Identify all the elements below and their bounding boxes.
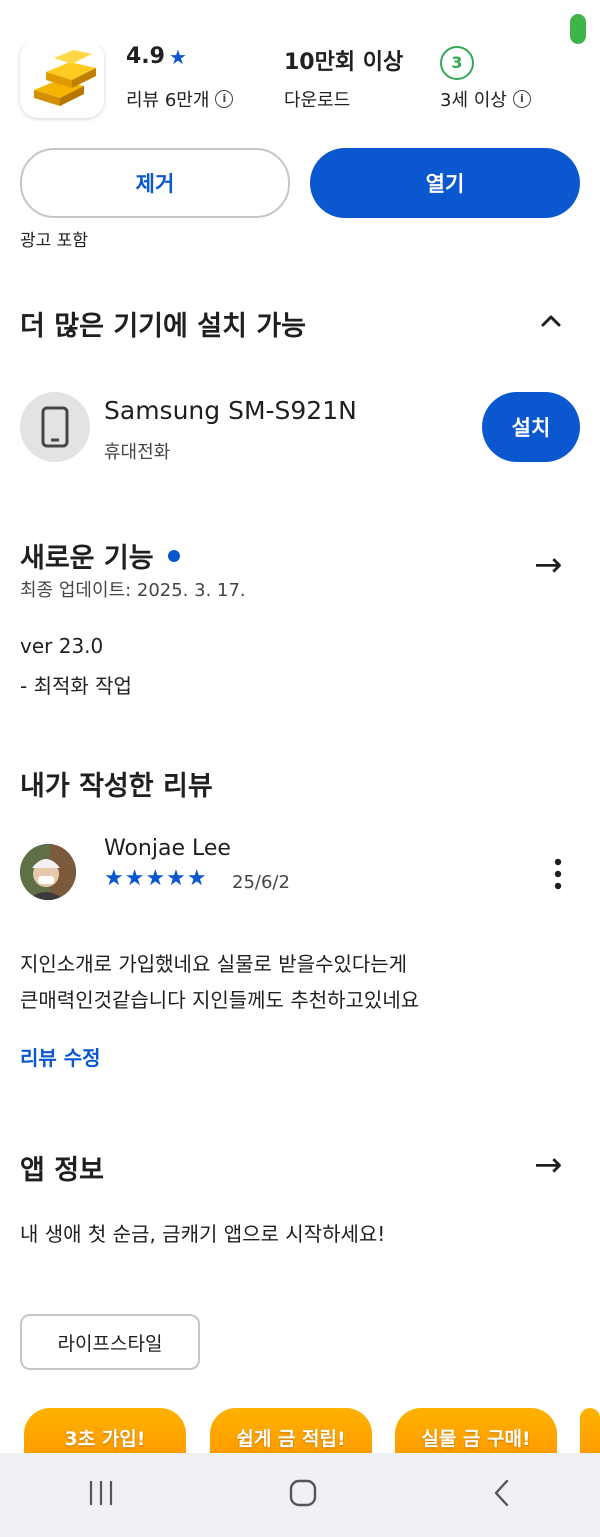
- chevron-up-icon: [541, 315, 561, 327]
- age-label: 3세 이상: [440, 90, 507, 111]
- review-stars: ★★★★★: [104, 866, 208, 891]
- phone-icon: [41, 406, 69, 448]
- devices-section-title: 더 많은 기기에 설치 가능: [20, 311, 306, 342]
- system-nav-bar: [0, 1453, 600, 1537]
- whats-new-header[interactable]: 새로운 기능: [20, 536, 180, 575]
- install-button[interactable]: 설치: [482, 392, 580, 462]
- back-button[interactable]: [490, 1478, 514, 1512]
- reviews-label: 리뷰 6만개: [126, 90, 210, 111]
- new-dot-icon: [167, 549, 180, 562]
- review-date: 25/6/2: [232, 872, 290, 893]
- avatar: [20, 844, 76, 900]
- rating-value: 4.9 ★: [126, 44, 187, 69]
- uninstall-button[interactable]: 제거: [20, 148, 290, 218]
- downloads-label: 다운로드: [284, 90, 351, 111]
- my-review-title: 내가 작성한 리뷰: [20, 771, 213, 802]
- status-indicator: [570, 14, 586, 44]
- open-button[interactable]: 열기: [310, 148, 580, 218]
- app-icon[interactable]: [20, 40, 104, 118]
- rating-number: 4.9: [126, 44, 165, 69]
- version-text: ver 23.0: [20, 634, 104, 658]
- review-author: Wonjae Lee: [104, 836, 231, 861]
- device-type: 휴대전화: [104, 442, 171, 463]
- last-updated: 최종 업데이트: 2025. 3. 17.: [20, 580, 246, 601]
- recent-apps-button[interactable]: [86, 1479, 116, 1511]
- downloads-value: 10만회 이상: [284, 50, 404, 75]
- home-icon: [289, 1479, 317, 1507]
- app-info-title[interactable]: 앱 정보: [20, 1148, 104, 1187]
- arrow-right-icon[interactable]: →: [534, 1148, 563, 1182]
- category-chip[interactable]: 라이프스타일: [20, 1314, 200, 1370]
- update-note: - 최적화 작업: [20, 674, 132, 698]
- ads-note: 광고 포함: [20, 231, 88, 251]
- whats-new-title: 새로운 기능: [20, 543, 154, 574]
- reviews-count[interactable]: 리뷰 6만개 i: [126, 86, 234, 112]
- device-name: Samsung SM-S921N: [104, 396, 357, 425]
- user-photo: [20, 844, 76, 900]
- info-icon[interactable]: i: [215, 90, 234, 108]
- review-text-line2: 큰매력인것같습니다 지인들께도 추천하고있네요: [20, 988, 420, 1012]
- more-vert-icon: [554, 858, 562, 890]
- device-icon-circle: [20, 392, 90, 462]
- more-options-button[interactable]: [550, 856, 566, 892]
- arrow-right-icon[interactable]: →: [534, 548, 563, 582]
- age-rating[interactable]: 3세 이상 i: [440, 86, 531, 112]
- top-fade: [0, 0, 600, 44]
- back-icon: [494, 1479, 509, 1507]
- app-description: 내 생애 첫 순금, 금캐기 앱으로 시작하세요!: [20, 1222, 386, 1246]
- info-icon[interactable]: i: [512, 90, 531, 108]
- age-rating-badge: 3: [440, 46, 474, 80]
- gold-bars-icon: [34, 50, 96, 106]
- home-button[interactable]: [288, 1478, 318, 1512]
- star-icon: ★: [168, 44, 187, 69]
- collapse-button[interactable]: [536, 306, 566, 340]
- edit-review-link[interactable]: 리뷰 수정: [20, 1042, 101, 1071]
- recent-apps-icon: [89, 1481, 113, 1505]
- review-text-line1: 지인소개로 가입했네요 실물로 받을수있다는게: [20, 952, 408, 976]
